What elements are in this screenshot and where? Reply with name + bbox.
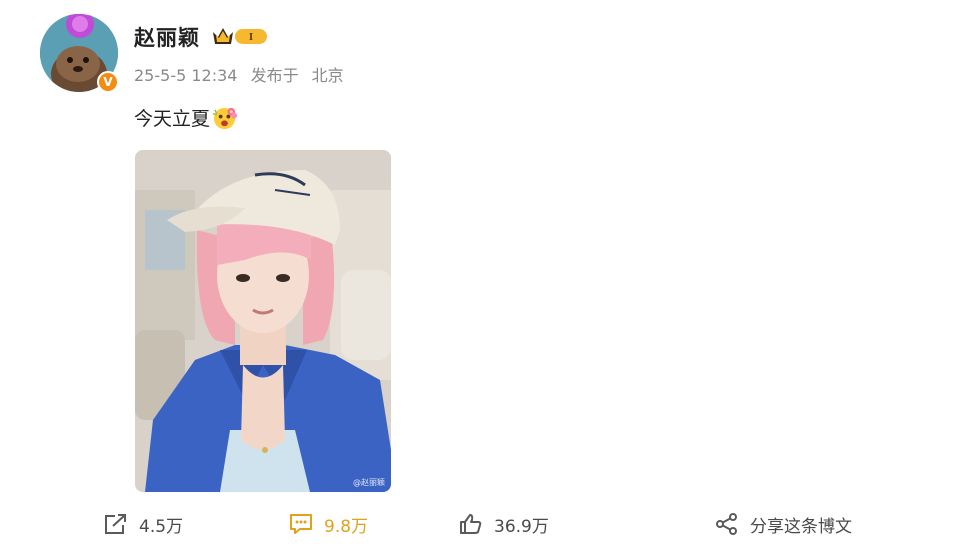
weibo-post: V 赵丽颖 I 25-5-5 12:34 发布于 北京 今天立夏 @赵丽颖 4.… (0, 0, 960, 548)
repost-icon (105, 514, 126, 534)
post-text: 今天立夏 (134, 108, 211, 130)
location-prefix: 发布于 (250, 66, 299, 85)
share-button[interactable]: 分享这条博文 (714, 506, 852, 542)
comment-count: 9.8万 (324, 516, 369, 537)
post-location: 北京 (311, 66, 344, 85)
photo-watermark: @赵丽颖 (353, 478, 385, 487)
post-date[interactable]: 25-5-5 12:34 (134, 66, 237, 85)
comment-icon (290, 514, 312, 534)
flower-face-emoji (212, 107, 238, 130)
share-icon (716, 513, 737, 535)
author-name[interactable]: 赵丽颖 (134, 22, 200, 52)
post-meta: 25-5-5 12:34 发布于 北京 (134, 62, 344, 86)
post-body: 今天立夏 (134, 104, 238, 131)
comment-button[interactable]: 9.8万 (288, 506, 368, 542)
crown-vip-icon[interactable]: I (211, 24, 269, 48)
like-count: 36.9万 (494, 516, 549, 537)
repost-button[interactable]: 4.5万 (103, 506, 183, 542)
verified-v-icon: V (97, 71, 119, 93)
post-photo[interactable]: @赵丽颖 (135, 150, 391, 492)
vip-level-text: I (249, 31, 253, 43)
action-bar: 4.5万 9.8万 36.9万 分享这条博文 (0, 506, 960, 542)
repost-count: 4.5万 (139, 516, 184, 537)
like-button[interactable]: 36.9万 (458, 506, 549, 542)
thumbs-up-icon (460, 514, 482, 534)
share-label: 分享这条博文 (750, 516, 852, 537)
